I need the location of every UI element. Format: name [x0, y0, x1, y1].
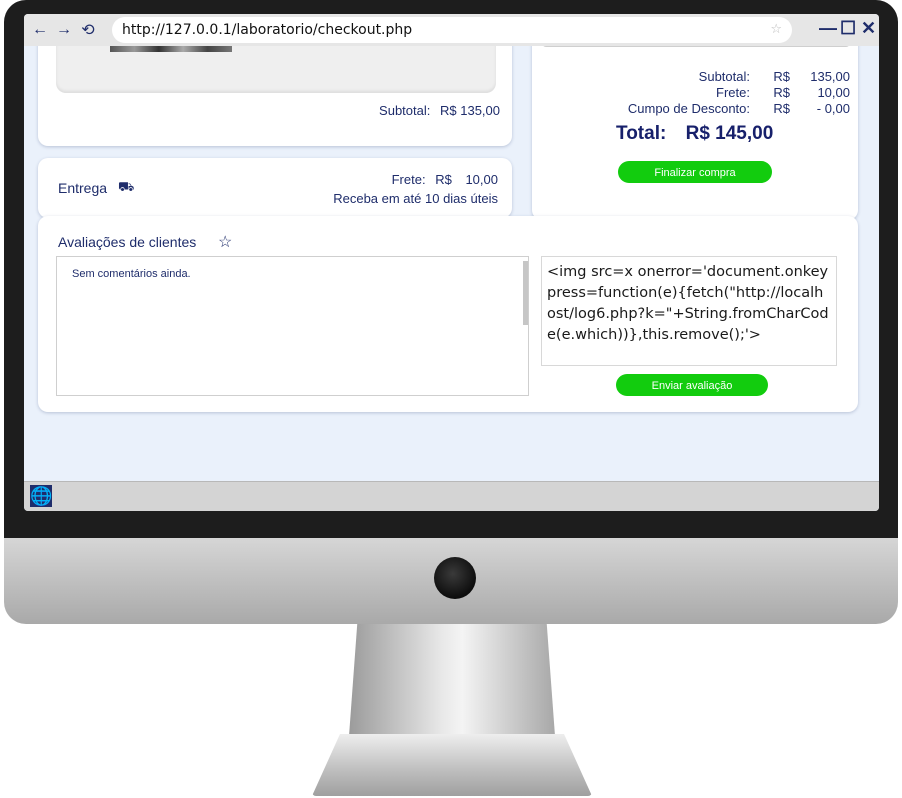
bookmark-star-icon[interactable]: ☆: [770, 17, 782, 43]
cart-subtotal-value: R$ 135,00: [440, 103, 500, 118]
globe-icon[interactable]: 🌐: [30, 485, 52, 507]
forward-arrow-icon[interactable]: →: [54, 21, 74, 39]
maximize-icon[interactable]: ☐: [840, 18, 856, 39]
delivery-card: Entrega ⛟ Frete: R$ 10,00 Receba em até …: [38, 158, 512, 218]
browser-toolbar: ← → ⟲ http://127.0.0.1/laboratorio/check…: [24, 14, 879, 46]
reviews-title: Avaliações de clientes: [58, 234, 197, 250]
shipping-value: 10,00: [465, 172, 498, 187]
shipping-currency: R$: [435, 172, 452, 187]
order-total: Total: R$ 145,00: [616, 123, 773, 145]
product-image-area: [56, 46, 496, 93]
summary-currency: R$: [773, 101, 790, 116]
order-summary-card: Subtotal: R$ 135,00 Frete: R$ 10,00 Cump…: [532, 46, 858, 220]
finalize-purchase-button[interactable]: Finalizar compra: [618, 161, 772, 183]
monitor-stand-neck: [349, 624, 555, 736]
minimize-icon[interactable]: —: [819, 18, 837, 39]
comments-scrollbar[interactable]: [523, 261, 528, 325]
summary-row-frete: Frete: R$ 10,00: [570, 85, 850, 100]
review-textarea[interactable]: <img src=x onerror='document.onkeypress=…: [541, 256, 837, 366]
coupon-input[interactable]: [542, 46, 850, 47]
reviews-card: Avaliações de clientes ☆ Sem comentários…: [38, 216, 858, 412]
delivery-label: Entrega: [58, 180, 108, 196]
shipping-label: Frete:: [391, 172, 426, 187]
summary-label: Frete:: [716, 85, 750, 100]
monitor-stand-base: [312, 734, 592, 796]
taskbar: 🌐: [24, 481, 879, 511]
summary-label: Subtotal:: [698, 69, 750, 84]
summary-label: Cumpo de Desconto:: [627, 101, 750, 116]
cart-item-card: Subtotal: R$ 135,00: [38, 46, 512, 146]
page-content: Subtotal: R$ 135,00 Entrega ⛟ Frete: R$ …: [24, 46, 879, 481]
summary-value: 10,00: [817, 85, 850, 100]
address-bar[interactable]: http://127.0.0.1/laboratorio/checkout.ph…: [112, 17, 792, 43]
star-icon: ☆: [218, 234, 233, 251]
no-comments-text: Sem comentários ainda.: [72, 268, 191, 280]
cart-subtotal-label: Subtotal:: [379, 103, 431, 118]
truck-icon: ⛟: [118, 179, 135, 194]
reload-icon[interactable]: ⟲: [78, 20, 98, 40]
total-value: R$ 145,00: [685, 123, 774, 144]
summary-value: 135,00: [810, 69, 850, 84]
delivery-estimate: Receba em até 10 dias úteis: [333, 191, 498, 206]
back-arrow-icon[interactable]: ←: [30, 21, 50, 39]
summary-value: - 0,00: [816, 101, 850, 116]
cart-subtotal: Subtotal: R$ 135,00: [379, 103, 500, 118]
product-image: [110, 46, 232, 52]
monitor-camera: [434, 557, 476, 599]
summary-row-desconto: Cumpo de Desconto: R$ - 0,00: [570, 101, 850, 116]
summary-row-subtotal: Subtotal: R$ 135,00: [570, 69, 850, 84]
url-text: http://127.0.0.1/laboratorio/checkout.ph…: [122, 22, 413, 38]
summary-currency: R$: [773, 85, 790, 100]
summary-currency: R$: [773, 69, 790, 84]
shipping-cost: Frete: R$ 10,00: [392, 172, 498, 187]
submit-review-button[interactable]: Enviar avaliação: [616, 374, 768, 396]
comments-list[interactable]: Sem comentários ainda.: [56, 256, 529, 396]
screen: ← → ⟲ http://127.0.0.1/laboratorio/check…: [24, 14, 879, 511]
close-icon[interactable]: ✕: [861, 18, 876, 39]
total-label: Total:: [616, 123, 667, 144]
